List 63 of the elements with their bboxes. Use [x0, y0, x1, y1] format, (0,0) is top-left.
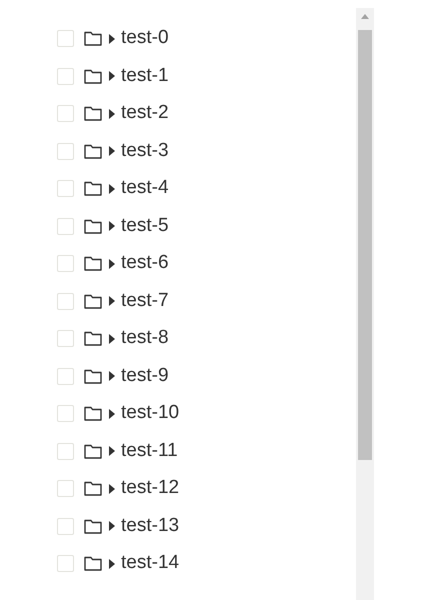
tree-node-label[interactable]: test-11 [121, 440, 178, 463]
folder-icon [84, 294, 102, 309]
caret-icon[interactable] [108, 184, 116, 194]
folder-icon [84, 106, 102, 122]
tree-node-label[interactable]: test-8 [121, 327, 169, 350]
caret-icon[interactable] [108, 258, 116, 269]
caret-icon[interactable] [108, 521, 116, 532]
folder-icon [84, 331, 102, 346]
folder-icon [84, 444, 102, 459]
caret-icon[interactable] [108, 484, 116, 494]
tree-node-label[interactable]: test-14 [121, 552, 180, 576]
folder-icon [84, 368, 102, 384]
caret-icon[interactable] [108, 71, 116, 82]
tree-node-label[interactable]: test-1 [121, 64, 169, 88]
folder-icon [84, 218, 102, 234]
folder-icon [84, 68, 102, 84]
folder-icon [84, 256, 102, 272]
caret-icon[interactable] [108, 371, 116, 382]
checkbox[interactable] [57, 442, 74, 460]
caret-icon[interactable] [108, 146, 116, 156]
caret-icon[interactable] [108, 108, 116, 119]
checkbox[interactable] [57, 368, 74, 385]
caret-icon[interactable] [108, 408, 116, 419]
caret-icon[interactable] [108, 558, 116, 569]
folder-icon [84, 518, 102, 534]
caret-icon[interactable] [108, 296, 116, 306]
checkbox[interactable] [57, 105, 74, 122]
tree-node-label[interactable]: test-3 [121, 140, 169, 163]
tree-node-label[interactable]: test-0 [121, 27, 169, 50]
checkbox[interactable] [57, 255, 74, 272]
checkbox[interactable] [57, 405, 74, 422]
tree-node-label[interactable]: test-13 [121, 514, 180, 538]
checkbox[interactable] [57, 330, 74, 348]
tree-node-label[interactable]: test-12 [121, 477, 180, 500]
caret-icon[interactable] [108, 446, 116, 456]
checkbox[interactable] [57, 218, 74, 235]
folder-icon [84, 181, 102, 196]
checkbox[interactable] [57, 30, 74, 48]
tree-node-label[interactable]: test-6 [121, 252, 169, 276]
caret-icon[interactable] [108, 34, 116, 44]
checkbox[interactable] [57, 292, 74, 310]
scroll-up-icon[interactable] [361, 14, 369, 19]
folder-icon [84, 31, 102, 46]
scrollbar[interactable] [356, 8, 374, 600]
tree-node-label[interactable]: test-10 [121, 402, 180, 426]
checkbox[interactable] [57, 180, 74, 198]
scrollbar-thumb[interactable] [358, 30, 372, 460]
folder-icon [84, 481, 102, 496]
tree-node-label[interactable]: test-7 [121, 290, 169, 313]
tree-node-label[interactable]: test-2 [121, 102, 169, 126]
tree-node-label[interactable]: test-9 [121, 364, 169, 388]
checkbox[interactable] [57, 142, 74, 160]
checkbox[interactable] [57, 480, 74, 498]
checkbox[interactable] [57, 518, 74, 535]
folder-icon [84, 556, 102, 572]
tree-node-label[interactable]: test-4 [121, 177, 169, 200]
tree-node-label[interactable]: test-5 [121, 214, 169, 238]
folder-icon [84, 144, 102, 159]
checkbox[interactable] [57, 555, 74, 572]
caret-icon[interactable] [108, 221, 116, 232]
checkbox[interactable] [57, 68, 74, 85]
folder-icon [84, 406, 102, 422]
caret-icon[interactable] [108, 334, 116, 344]
